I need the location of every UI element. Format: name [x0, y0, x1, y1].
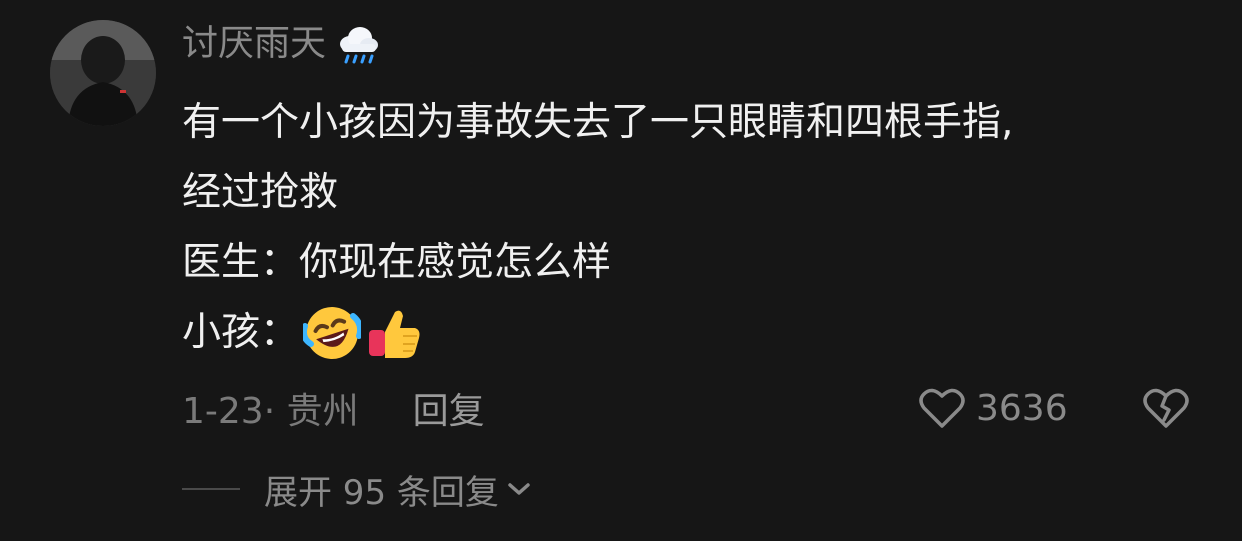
comment-body: 有一个小孩因为事故失去了一只眼睛和四根手指, 经过抢救 医生：你现在感觉怎么样 … — [182, 92, 1182, 374]
laughing-crying-emoji-icon — [303, 307, 362, 359]
expand-replies-label: 展开 95 条回复 — [264, 472, 499, 513]
cloud-rain-icon — [340, 27, 379, 64]
comment-line: 小孩： — [182, 310, 300, 355]
comment-line-emoji: 小孩： — [182, 302, 1182, 364]
chevron-down-icon — [508, 483, 530, 495]
heart-icon — [919, 388, 965, 428]
broken-heart-icon — [1143, 388, 1189, 428]
comment-author[interactable]: 讨厌雨天 — [182, 18, 382, 70]
like-button[interactable]: 3636 — [918, 382, 1068, 434]
divider — [182, 488, 240, 490]
date-location: 1-23· 贵州 — [182, 391, 359, 432]
username-text: 讨厌雨天 — [182, 23, 327, 64]
reply-button[interactable]: 回复 — [413, 382, 485, 434]
comment-line: 有一个小孩因为事故失去了一只眼睛和四根手指, — [182, 100, 1014, 145]
avatar[interactable] — [50, 20, 156, 126]
like-count: 3636 — [976, 387, 1068, 429]
comment-line: 经过抢救 — [182, 170, 339, 215]
comment-meta: 1-23· 贵州 回复 — [182, 382, 485, 434]
expand-replies-button[interactable]: 展开 95 条回复 — [182, 464, 533, 514]
avatar-image — [50, 20, 156, 126]
thumbs-up-emoji-icon — [369, 310, 420, 358]
comment-line: 医生：你现在感觉怎么样 — [182, 240, 612, 285]
dislike-button[interactable] — [1142, 382, 1192, 434]
